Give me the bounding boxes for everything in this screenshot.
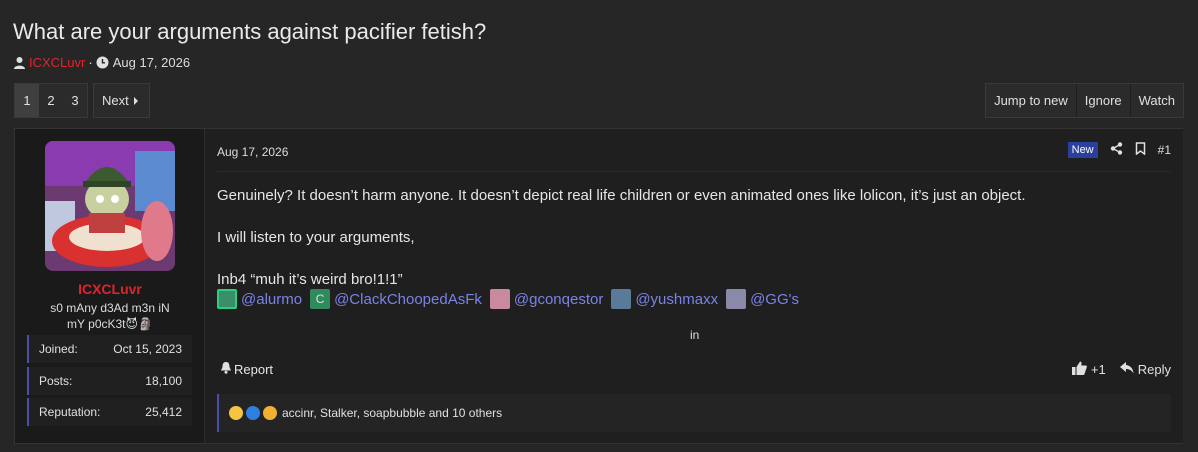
caret-right-icon [133, 93, 139, 108]
post-user-column: ICXCLuvr s0 mAny d3Ad m3n iN mY p0cK3t😈🗿… [15, 129, 205, 443]
report-button[interactable]: Report [220, 361, 273, 377]
jump-to-new-button[interactable]: Jump to new [986, 84, 1076, 117]
post-tools: New #1 [1067, 142, 1171, 158]
like-count: +1 [1090, 362, 1106, 377]
thread-title: What are your arguments against pacifier… [13, 19, 487, 44]
post: ICXCLuvr s0 mAny d3Ad m3n iN mY p0cK3t😈🗿… [14, 128, 1183, 444]
user-title: s0 mAny d3Ad m3n iN mY p0cK3t😈🗿 [50, 301, 170, 331]
post-number-link[interactable]: #1 [1158, 143, 1171, 157]
mention-link[interactable]: @yushmaxx [635, 291, 718, 308]
in-text: in [690, 328, 700, 342]
next-page-button[interactable]: Next [93, 83, 150, 118]
reply-icon [1119, 362, 1134, 377]
ignore-button[interactable]: Ignore [1075, 84, 1130, 117]
like-button[interactable]: +1 [1071, 361, 1106, 378]
post-line: Inb4 “muh it’s weird bro!1!1” [217, 271, 403, 288]
stat-posts: Posts: 18,100 [27, 367, 192, 395]
page-3-button[interactable]: 3 [63, 84, 87, 117]
post-divider [217, 171, 1171, 172]
stat-label: Reputation: [39, 405, 101, 419]
laughing-emoji-icon [229, 406, 243, 420]
reactions-text: accinr, Stalker, soapbubble and 10 other… [282, 406, 503, 420]
mention-link[interactable]: @gconqestor [514, 291, 603, 308]
thumbs-up-icon [1071, 361, 1087, 378]
stat-value: 18,100 [145, 374, 182, 388]
mention-link[interactable]: @alurmo [241, 291, 302, 308]
cool-emoji-icon [263, 406, 277, 420]
report-label: Report [234, 361, 274, 377]
stat-joined: Joined: Oct 15, 2023 [27, 335, 192, 363]
new-badge: New [1067, 142, 1098, 158]
clock-icon [96, 56, 109, 69]
reactions-summary[interactable]: accinr, Stalker, soapbubble and 10 other… [217, 394, 1171, 432]
mentions: @alurmo C @ClackChoopedAsFk @gconqestor … [217, 289, 799, 309]
post-line: Genuinely? It doesn’t harm anyone. It do… [217, 187, 1026, 204]
mention-link[interactable]: @GG's [750, 291, 799, 308]
post-username[interactable]: ICXCLuvr [15, 281, 205, 297]
post-line: I will listen to your arguments, [217, 229, 415, 246]
stat-label: Posts: [39, 374, 73, 388]
post-body: Genuinely? It doesn’t harm anyone. It do… [217, 185, 1026, 290]
reply-button[interactable]: Reply [1119, 362, 1171, 377]
avatar[interactable] [45, 141, 175, 271]
share-icon[interactable] [1110, 142, 1123, 158]
thread-actions: Jump to new Ignore Watch [985, 83, 1184, 118]
meta-separator: · [88, 55, 93, 70]
stat-label: Joined: [39, 342, 78, 356]
post-date[interactable]: Aug 17, 2026 [217, 145, 288, 159]
stat-value: 25,412 [145, 405, 182, 419]
stat-value: Oct 15, 2023 [113, 342, 182, 356]
bell-icon [220, 361, 232, 377]
next-label: Next [102, 93, 129, 108]
mention-avatar [611, 289, 632, 309]
thread-author-link[interactable]: ICXCLuvr [29, 55, 85, 70]
pagination: 1 2 3 Next [14, 83, 150, 118]
mention-link[interactable]: @ClackChoopedAsFk [334, 291, 482, 308]
page-2-button[interactable]: 2 [39, 84, 63, 117]
bookmark-icon[interactable] [1135, 142, 1146, 158]
page-numbers: 1 2 3 [14, 83, 88, 118]
stat-reputation: Reputation: 25,412 [27, 398, 192, 426]
mention-avatar [217, 289, 237, 309]
page-1-button[interactable]: 1 [15, 84, 39, 117]
post-reactions-bar: +1 Reply [1071, 361, 1171, 378]
mention-avatar [726, 289, 747, 309]
user-icon [13, 56, 26, 69]
thread-meta: ICXCLuvr · Aug 17, 2026 [13, 55, 190, 70]
mention-avatar: C [310, 289, 331, 309]
watch-button[interactable]: Watch [1129, 84, 1183, 117]
reply-label: Reply [1137, 362, 1171, 377]
post-content: Aug 17, 2026 New #1 Genuinely? It doesn’… [205, 129, 1183, 443]
like-emoji-icon [246, 406, 260, 420]
thread-date: Aug 17, 2026 [112, 55, 191, 70]
mention-avatar [489, 289, 510, 309]
